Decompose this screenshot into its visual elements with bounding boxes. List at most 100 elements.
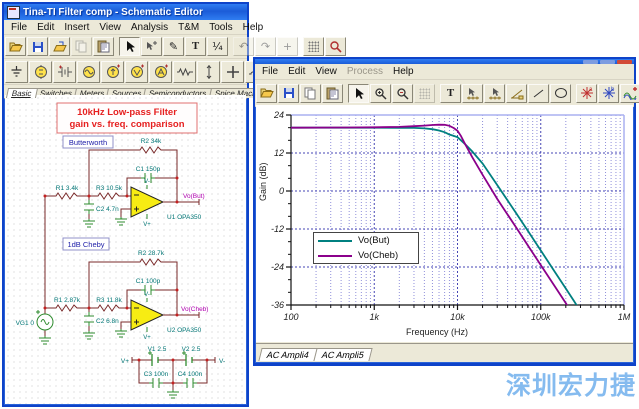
schematic-editor-window: Tina-TI Filter comp - Schematic Editor F… xyxy=(2,2,249,407)
ground-component-button[interactable] xyxy=(5,61,28,83)
svg-text:1M: 1M xyxy=(618,312,631,321)
select-cursor-button[interactable] xyxy=(119,37,140,56)
menu-view[interactable]: View xyxy=(310,66,342,77)
schematic-canvas[interactable]: 10kHz Low-pass Filter gain vs. freq. com… xyxy=(5,95,246,404)
svg-text:VG1 0: VG1 0 xyxy=(16,320,35,327)
line-tool-button[interactable] xyxy=(528,84,549,103)
menu-view[interactable]: View xyxy=(94,22,126,33)
tab-ac-ampli4[interactable]: AC Ampli4 xyxy=(258,348,317,361)
gain-frequency-chart: 24120-12-24-361001k10k100k1M xyxy=(256,105,633,321)
text-button[interactable]: T xyxy=(185,37,206,56)
tab-ac-ampli5[interactable]: AC Ampli5 xyxy=(313,348,372,361)
butterworth-stage[interactable]: R1 3.4k R3 10.5k C2 4.7n R2 34k C1 150p … xyxy=(44,138,205,228)
add-button[interactable]: + xyxy=(277,37,298,56)
titlebar-sliver[interactable] xyxy=(255,59,634,64)
copy-button[interactable] xyxy=(71,37,92,56)
battery-component-button[interactable] xyxy=(53,61,76,83)
open-macro-button[interactable] xyxy=(49,37,70,56)
save-button[interactable] xyxy=(27,37,48,56)
vg1-source[interactable]: VG1 0 xyxy=(16,307,53,345)
menu-analysis[interactable]: Analysis xyxy=(126,22,173,33)
select-cursor-button[interactable] xyxy=(348,84,369,103)
current-probe-button[interactable] xyxy=(197,61,220,83)
maximize-button[interactable] xyxy=(600,60,615,64)
svg-text:R3 11.8k: R3 11.8k xyxy=(96,297,122,304)
slope-tool-button[interactable] xyxy=(506,84,527,103)
voltmeter-button[interactable] xyxy=(125,61,148,83)
cheby-stage[interactable]: R1 2.87k R3 11.8k C2 6.8n R2 28.7k C1 10… xyxy=(45,250,208,341)
menu-file[interactable]: File xyxy=(257,66,283,77)
voltage-source-button[interactable] xyxy=(29,61,52,83)
axis-a-marker-button[interactable]: a xyxy=(576,84,597,103)
butterworth-label[interactable]: Butterworth xyxy=(63,136,113,148)
current-generator-button[interactable] xyxy=(101,61,124,83)
menu-tm[interactable]: T&M xyxy=(173,22,204,33)
legend-label-but: Vo(But) xyxy=(358,235,390,246)
svg-text:Vo(Cheb): Vo(Cheb) xyxy=(181,306,208,313)
menu-help[interactable]: Help xyxy=(388,66,419,77)
paste-button[interactable] xyxy=(322,84,343,103)
open-button[interactable] xyxy=(256,84,277,103)
menu-edit[interactable]: Edit xyxy=(283,66,310,77)
svg-text:10kHz Low-pass Filter: 10kHz Low-pass Filter xyxy=(77,107,177,118)
zoom-in-button[interactable] xyxy=(370,84,391,103)
minimize-button[interactable] xyxy=(583,60,598,64)
undo-button[interactable]: ↶ xyxy=(233,37,254,56)
svg-text:R1 3.4k: R1 3.4k xyxy=(56,185,79,192)
plot-area[interactable]: 24120-12-24-361001k10k100k1M Gain (dB) F… xyxy=(256,105,633,342)
wire-cursor-button[interactable] xyxy=(141,37,162,56)
redo-button[interactable]: ↷ xyxy=(255,37,276,56)
add-curves-button[interactable] xyxy=(620,84,639,103)
svg-text:U1 OPA350: U1 OPA350 xyxy=(167,214,202,221)
resistor-component-button[interactable] xyxy=(173,61,196,83)
axis-b-marker-button[interactable]: b xyxy=(598,84,619,103)
open-button[interactable] xyxy=(5,37,26,56)
text-button[interactable]: T xyxy=(440,84,461,103)
pen-button[interactable]: ✎ xyxy=(163,37,184,56)
svg-text:12: 12 xyxy=(274,148,284,158)
svg-text:-36: -36 xyxy=(271,300,284,310)
svg-text:R2 34k: R2 34k xyxy=(141,138,162,145)
save-button[interactable] xyxy=(278,84,299,103)
svg-text:V-: V- xyxy=(144,292,150,298)
annotation-box[interactable]: 10kHz Low-pass Filter gain vs. freq. com… xyxy=(57,103,197,133)
svg-text:V2 2.5: V2 2.5 xyxy=(182,346,201,353)
copy-button[interactable] xyxy=(300,84,321,103)
menu-insert[interactable]: Insert xyxy=(59,22,94,33)
tab-basic[interactable]: Basic xyxy=(6,88,38,98)
voltage-generator-button[interactable] xyxy=(77,61,100,83)
legend-label-cheb: Vo(Cheb) xyxy=(358,250,398,261)
grid-icon xyxy=(308,41,319,52)
chart-legend[interactable]: Vo(But) Vo(Cheb) xyxy=(313,232,419,264)
fraction-button[interactable]: ¼ xyxy=(207,37,228,56)
svg-text:1k: 1k xyxy=(369,312,379,321)
zoom-button[interactable] xyxy=(325,37,346,56)
svg-text:0: 0 xyxy=(279,186,284,196)
svg-text:10k: 10k xyxy=(450,312,465,321)
menu-edit[interactable]: Edit xyxy=(32,22,59,33)
diagram-menubar: File Edit View Process Help xyxy=(255,64,634,80)
legend-item: Vo(But) xyxy=(318,235,414,246)
main-toolbar: ✎ T ¼ ↶ ↷ + xyxy=(4,35,247,59)
menu-file[interactable]: File xyxy=(6,22,32,33)
cursor-b-button[interactable] xyxy=(484,84,505,103)
close-button[interactable] xyxy=(617,60,632,64)
grid-button[interactable] xyxy=(414,84,435,103)
zoom-out-button[interactable] xyxy=(392,84,413,103)
menu-tools[interactable]: Tools xyxy=(204,22,237,33)
node-component-button[interactable] xyxy=(221,61,244,83)
cursor-a-button[interactable] xyxy=(462,84,483,103)
menu-help[interactable]: Help xyxy=(238,22,269,33)
paste-button[interactable] xyxy=(93,37,114,56)
power-supply[interactable]: V+ V- V1 2.5 V2 2.5 C3 100n C4 100n xyxy=(121,346,225,398)
ammeter-button[interactable] xyxy=(149,61,172,83)
ellipse-tool-button[interactable] xyxy=(550,84,571,103)
svg-text:C2 4.7n: C2 4.7n xyxy=(96,206,119,213)
diagram-window: File Edit View Process Help T a b ◂ ▸ 24… xyxy=(253,57,636,366)
cheby-label[interactable]: 1dB Cheby xyxy=(63,238,109,250)
titlebar[interactable]: Tina-TI Filter comp - Schematic Editor xyxy=(4,4,247,20)
grid-button[interactable] xyxy=(303,37,324,56)
svg-text:V-: V- xyxy=(144,179,150,185)
grid-icon xyxy=(419,88,430,99)
svg-text:C2 6.8n: C2 6.8n xyxy=(96,318,119,325)
